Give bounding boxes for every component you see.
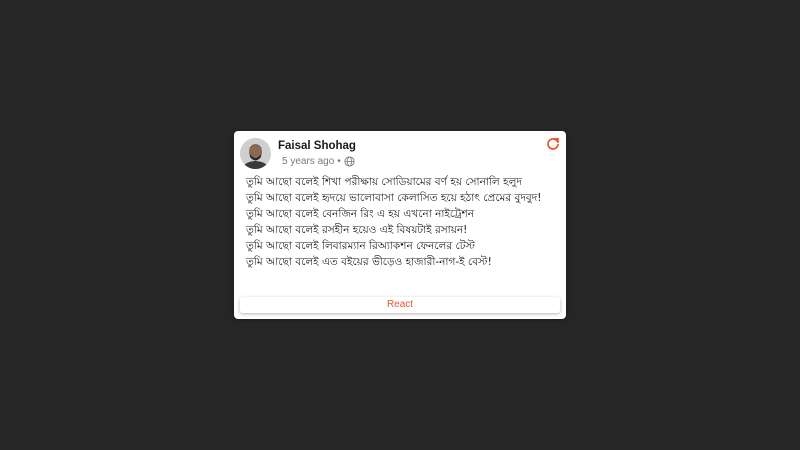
post-line: তুমি আছো বলেই এত বইয়ের ভীড়েও হাজারী-না… <box>246 256 492 268</box>
post-line: তুমি আছো বলেই রসহীন হয়েও এই বিষয়টাই রস… <box>246 224 468 236</box>
post-line: তুমি আছো বলেই শিখা পরীক্ষায় সোডিয়ামের … <box>246 176 522 188</box>
post-line: তুমি আছো বলেই বেনজিন রিং এ হয় এখনো নাইট… <box>246 208 475 220</box>
avatar[interactable] <box>240 138 271 169</box>
author-name[interactable]: Faisal Shohag <box>278 140 356 152</box>
react-button[interactable]: React <box>240 297 560 313</box>
avatar-photo <box>240 138 271 169</box>
post-line: তুমি আছো বলেই হৃদয়ে ভালোবাসা কেলাসিত হয… <box>246 192 542 204</box>
post-line: তুমি আছো বলেই লিবারম্যান রিঅ্যাকশন ফেনলে… <box>246 240 475 252</box>
post-meta: 5 years ago • <box>282 156 355 167</box>
post-card: Faisal Shohag 5 years ago • তুমি আছো বলে… <box>234 131 566 319</box>
post-timestamp[interactable]: 5 years ago <box>282 156 334 167</box>
post-body: তুমি আছো বলেই শিখা পরীক্ষায় সোডিয়ামের … <box>246 174 560 270</box>
meta-separator: • <box>337 156 341 167</box>
globe-icon <box>344 156 355 167</box>
refresh-icon[interactable] <box>546 137 560 151</box>
